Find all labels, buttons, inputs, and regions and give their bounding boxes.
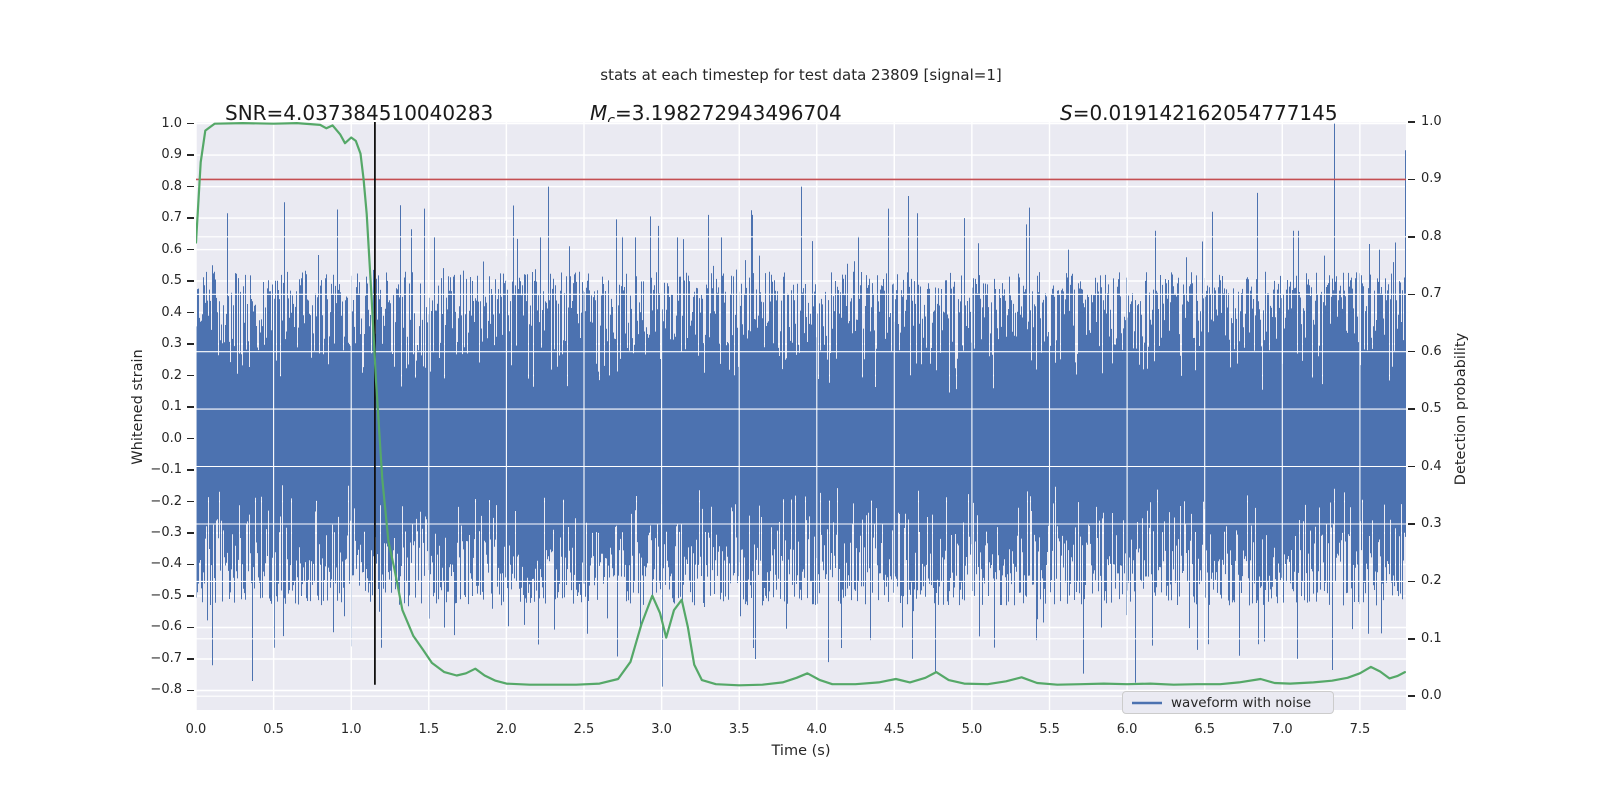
y-right-tick-label: 0.9 — [1421, 171, 1442, 187]
x-tick-label: 5.5 — [1039, 722, 1060, 737]
y-left-tick-label: −0.6 — [150, 619, 182, 635]
y-left-tick-label: 0.0 — [161, 430, 182, 446]
y-left-tick-mark — [187, 154, 194, 156]
legend-label: waveform with noise — [1171, 694, 1312, 711]
y-left-tick-label: −0.2 — [150, 493, 182, 509]
y-left-tick-mark — [187, 311, 194, 314]
y-left-tick-label: 0.2 — [161, 367, 182, 383]
y-left-tick-label: −0.7 — [150, 650, 182, 666]
y-left-tick-mark — [187, 280, 194, 282]
y-left-tick-label: 0.6 — [161, 241, 182, 257]
x-tick-label: 6.5 — [1194, 722, 1216, 737]
y-left-tick-label: −0.8 — [150, 682, 182, 698]
y-right-tick-label: 0.0 — [1421, 688, 1442, 704]
y-left-tick-mark — [187, 658, 194, 660]
y-right-tick-mark — [1408, 523, 1415, 525]
y-right-tick-label: 1.0 — [1421, 114, 1442, 129]
y-left-tick-mark — [187, 689, 194, 692]
x-tick-label: 2.0 — [496, 722, 517, 737]
x-tick-label: 7.5 — [1349, 722, 1371, 737]
y-left-tick-label: −0.4 — [150, 556, 182, 572]
plot-area — [196, 122, 1406, 710]
y-right-tick-mark — [1408, 695, 1415, 697]
y-right-tick-label: 0.3 — [1421, 515, 1442, 531]
legend-line-sample — [1132, 701, 1162, 704]
y-left-tick-label: −0.1 — [150, 462, 182, 477]
y-right-tick-mark — [1408, 580, 1415, 583]
y-left-tick-label: 1.0 — [161, 115, 182, 131]
y-left-tick-label: −0.3 — [150, 525, 182, 540]
y-right-tick-label: 0.2 — [1421, 573, 1442, 589]
y-left-tick-label: 0.9 — [161, 147, 182, 163]
y-left-tick-mark — [187, 406, 194, 408]
y-right-tick-mark — [1408, 178, 1415, 181]
legend: waveform with noise — [1122, 691, 1334, 714]
plot-canvas — [196, 122, 1406, 710]
x-tick-label: 0.0 — [185, 722, 207, 737]
y-left-tick-mark — [187, 217, 194, 219]
y-right-tick-mark — [1408, 408, 1415, 410]
figure: stats at each timestep for test data 238… — [0, 0, 1600, 800]
y-right-tick-mark — [1408, 293, 1415, 296]
x-tick-label: 4.5 — [884, 722, 905, 737]
y-left-tick-label: 0.7 — [161, 210, 182, 226]
y-right-tick-label: 0.5 — [1421, 401, 1442, 417]
y-left-tick-mark — [187, 626, 194, 629]
y-right-tick-label: 0.7 — [1421, 286, 1442, 302]
x-tick-label: 1.0 — [340, 722, 362, 737]
y-left-tick-mark — [187, 595, 194, 597]
x-tick-label: 7.0 — [1271, 722, 1293, 737]
y-left-tick-mark — [187, 563, 194, 566]
y-left-tick-mark — [187, 469, 194, 471]
y-right-tick-mark — [1408, 465, 1415, 468]
x-tick-label: 6.0 — [1116, 722, 1138, 737]
x-tick-label: 3.0 — [651, 722, 672, 737]
y-right-tick-mark — [1408, 638, 1415, 640]
chart-title: stats at each timestep for test data 238… — [600, 66, 1002, 84]
y-left-tick-label: 0.4 — [161, 304, 182, 320]
y-right-tick-label: 0.1 — [1421, 630, 1442, 646]
y-left-tick-mark — [187, 185, 194, 188]
x-tick-label: 4.0 — [806, 722, 828, 737]
y-left-tick-label: −0.5 — [150, 587, 182, 603]
y-left-tick-mark — [187, 532, 194, 534]
x-tick-label: 2.5 — [573, 722, 595, 737]
y-left-tick-mark — [187, 437, 194, 440]
y-right-tick-label: 0.8 — [1421, 228, 1442, 244]
y-right-tick-mark — [1408, 121, 1415, 123]
x-axis-title: Time (s) — [771, 743, 831, 759]
x-tick-label: 5.0 — [961, 722, 983, 737]
y-left-tick-label: 0.5 — [161, 273, 182, 289]
y-right-tick-label: 0.6 — [1421, 343, 1442, 359]
y-right-tick-mark — [1408, 350, 1415, 353]
y-left-tick-mark — [187, 374, 194, 377]
y-right-tick-mark — [1408, 236, 1415, 238]
y-left-tick-mark — [187, 343, 194, 345]
x-tick-label: 3.5 — [728, 722, 750, 737]
y-left-tick-label: 0.1 — [161, 399, 182, 415]
x-tick-label: 1.5 — [418, 722, 440, 737]
x-tick-label: 0.5 — [263, 722, 284, 737]
y-left-tick-label: 0.8 — [161, 178, 182, 194]
y-left-tick-mark — [187, 122, 194, 125]
y-left-tick-mark — [187, 500, 194, 503]
y-right-tick-label: 0.4 — [1421, 458, 1442, 474]
y-left-tick-label: 0.3 — [161, 336, 182, 352]
y-left-tick-mark — [187, 248, 194, 251]
